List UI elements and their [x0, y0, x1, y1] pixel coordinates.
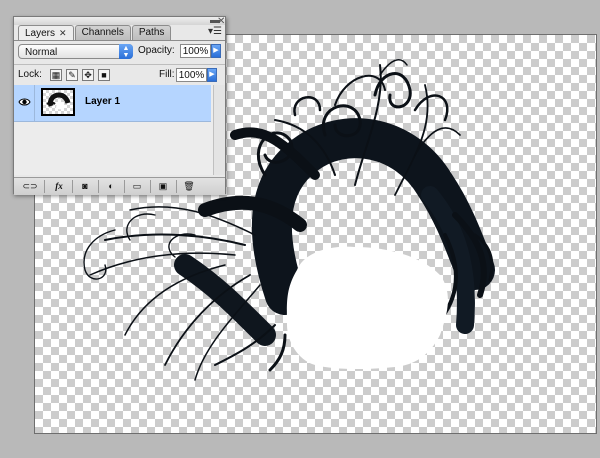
palette-tabs: Layers ✕ Channels Paths	[18, 25, 172, 41]
eye-icon	[18, 98, 31, 106]
blend-row: Normal ▲ ▼ Opacity: 100% ▶	[18, 43, 221, 63]
fill-slider-arrow-icon[interactable]: ▶	[207, 68, 217, 82]
blend-mode-value: Normal	[25, 47, 58, 58]
divider	[124, 180, 125, 193]
adjustment-icon[interactable]: ◐	[103, 180, 119, 192]
fx-icon[interactable]: fx	[49, 180, 69, 192]
fill-input[interactable]: 100%	[176, 68, 207, 82]
tab-paths[interactable]: Paths	[131, 25, 172, 40]
divider	[150, 180, 151, 193]
layer-row[interactable]: Layer 1	[14, 85, 211, 122]
lock-label: Lock:	[18, 69, 42, 80]
divider	[176, 180, 177, 193]
divider	[98, 180, 99, 193]
lock-image-pixels-icon[interactable]: ✎	[66, 69, 78, 81]
divider	[72, 180, 73, 193]
tab-label: Layers	[25, 28, 56, 39]
opacity-slider-arrow-icon[interactable]: ▶	[211, 44, 221, 58]
palette-titlebar[interactable]	[14, 17, 225, 25]
layers-scrollbar[interactable]	[213, 85, 225, 175]
opacity-label: Opacity:	[138, 45, 175, 56]
lock-position-icon[interactable]: ✥	[82, 69, 94, 81]
visibility-toggle[interactable]	[14, 85, 35, 121]
tab-channels[interactable]: Channels	[74, 25, 131, 40]
divider	[44, 180, 45, 193]
layers-list: Layer 1	[14, 85, 213, 175]
palette-bottom-bar: ⊂⊃ fx ◙ ◐ ▭ ▣ 🗑	[14, 177, 225, 195]
select-arrows-icon: ▲ ▼	[119, 44, 133, 59]
mask-icon[interactable]: ◙	[77, 180, 93, 192]
palette-menu-icon[interactable]: ▾☰	[208, 27, 222, 37]
palette-body: Normal ▲ ▼ Opacity: 100% ▶ Lock: ▦ ✎ ✥ ■ …	[14, 40, 225, 195]
layer-name: Layer 1	[85, 96, 121, 107]
layers-palette: ▬ ✕ Layers ✕ Channels Paths ▾☰ Normal ▲ ▼ …	[13, 15, 226, 195]
fill-label: Fill:	[159, 69, 175, 80]
group-folder-icon[interactable]: ▭	[129, 180, 145, 192]
tab-close-icon[interactable]: ✕	[59, 28, 67, 38]
lock-row: Lock: ▦ ✎ ✥ ■ Fill: 100% ▶	[14, 64, 225, 86]
layer-thumbnail[interactable]	[41, 88, 75, 116]
new-layer-icon[interactable]: ▣	[155, 180, 171, 192]
lock-all-icon[interactable]: ■	[98, 69, 110, 81]
opacity-input[interactable]: 100%	[180, 44, 211, 58]
hair-thumbnail-icon	[46, 92, 71, 110]
tab-label: Channels	[81, 27, 124, 38]
blend-mode-select[interactable]: Normal ▲ ▼	[18, 44, 133, 59]
tab-label: Paths	[138, 27, 165, 38]
link-icon[interactable]: ⊂⊃	[20, 180, 40, 192]
lock-transparent-pixels-icon[interactable]: ▦	[50, 69, 62, 81]
trash-icon[interactable]: 🗑	[181, 180, 197, 192]
tab-layers[interactable]: Layers ✕	[18, 25, 74, 41]
